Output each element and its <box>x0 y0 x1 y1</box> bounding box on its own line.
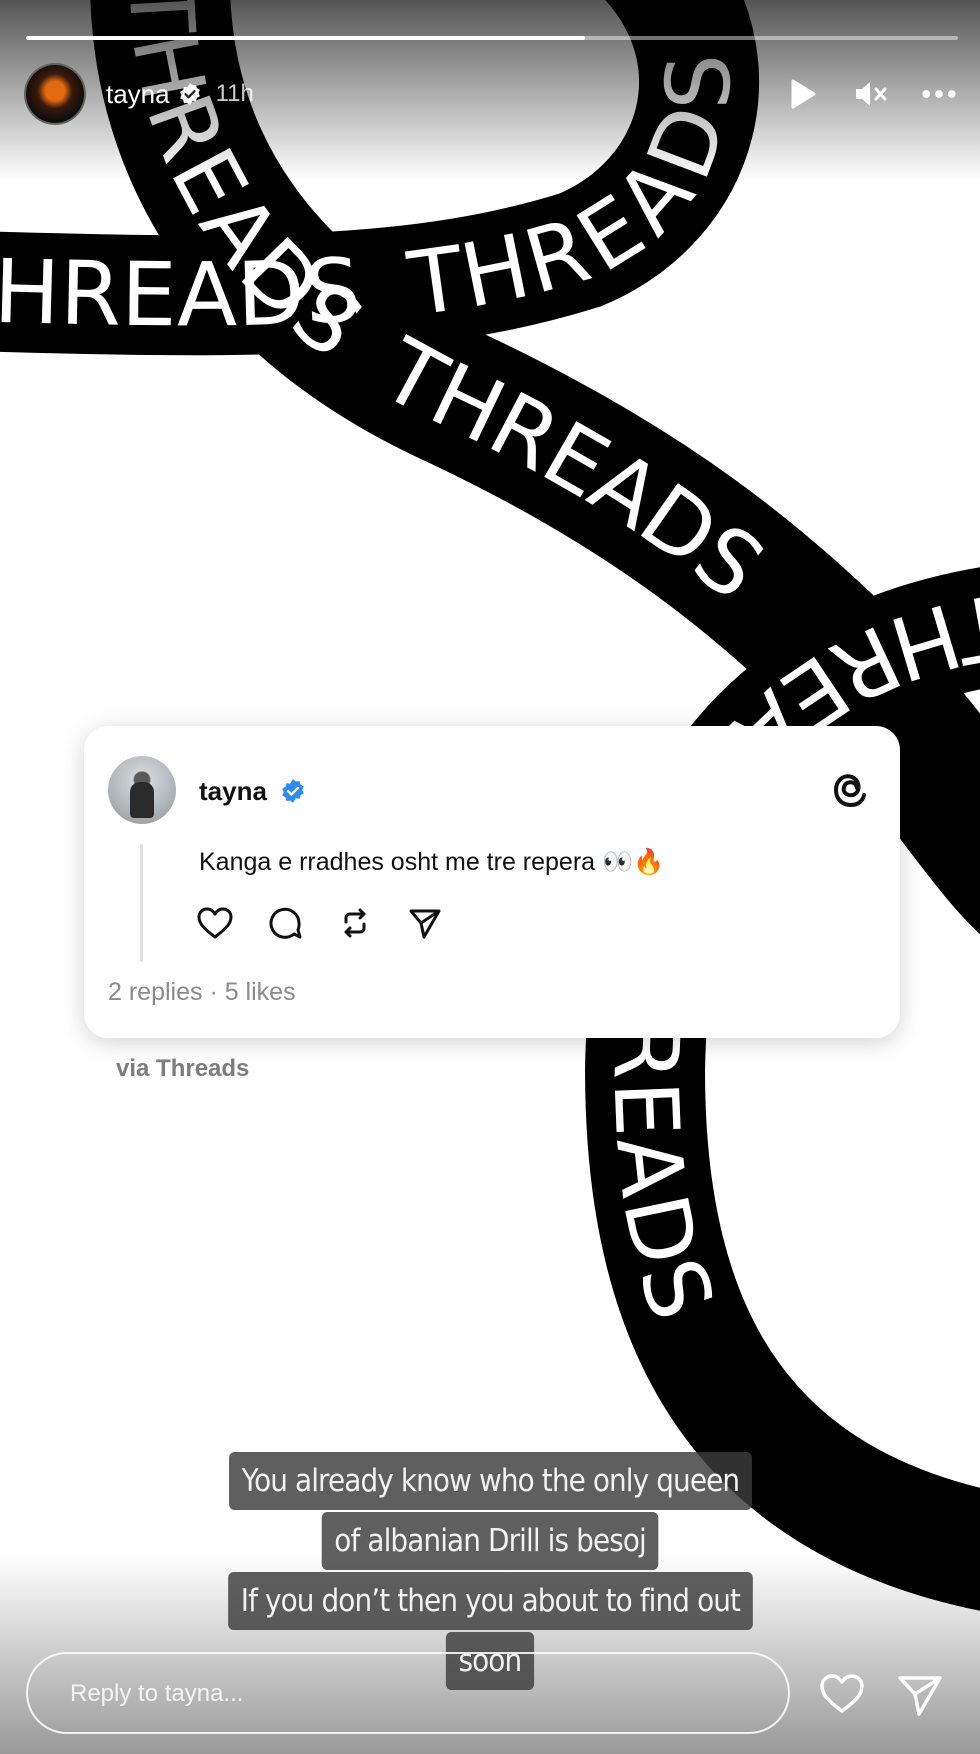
send-icon[interactable] <box>896 1670 944 1718</box>
post-actions <box>196 904 444 942</box>
verified-badge-icon <box>179 83 200 105</box>
threads-post-card[interactable]: tayna Kanga e rradhes osht me tre repera… <box>84 726 900 1038</box>
comment-button[interactable] <box>266 904 304 942</box>
story-progress-bar <box>26 36 958 40</box>
story-progress-fill <box>26 36 586 40</box>
avatar[interactable] <box>24 63 86 125</box>
comment-icon <box>269 907 302 939</box>
share-button[interactable] <box>406 904 444 942</box>
threads-logo-icon <box>833 774 866 808</box>
heart-icon[interactable] <box>818 1670 866 1718</box>
like-icon <box>197 907 233 939</box>
like-button[interactable] <box>196 904 234 942</box>
more-button[interactable] <box>922 77 956 111</box>
caption-line-3: If you don’t then you about to find out <box>227 1572 753 1630</box>
repost-icon <box>344 908 366 938</box>
reply-bar[interactable] <box>26 1652 790 1734</box>
post-username[interactable]: tayna <box>199 776 267 807</box>
repost-button[interactable] <box>336 904 374 942</box>
mute-button[interactable] <box>854 77 888 111</box>
caption-line-1: You already know who the only queen <box>228 1452 752 1510</box>
story-header: tayna 11h <box>24 62 956 126</box>
share-icon <box>409 909 441 939</box>
post-text: Kanga e rradhes osht me tre repera 👀🔥 <box>199 848 665 876</box>
reply-input[interactable] <box>68 1654 752 1734</box>
mute-icon <box>856 82 887 106</box>
story-timestamp: 11h <box>215 80 254 107</box>
caption-line-2: of albanian Drill is besoj <box>321 1512 659 1570</box>
avatar[interactable] <box>108 756 176 824</box>
story-actions <box>786 77 956 111</box>
thread-line <box>140 844 143 962</box>
more-icon <box>922 90 956 98</box>
play-icon <box>791 79 816 109</box>
play-button[interactable] <box>786 77 820 111</box>
verified-badge-icon <box>282 779 304 803</box>
post-stats[interactable]: 2 replies · 5 likes <box>108 978 296 1007</box>
story-username[interactable]: tayna <box>106 79 170 110</box>
via-threads-link[interactable]: via Threads <box>116 1055 249 1083</box>
